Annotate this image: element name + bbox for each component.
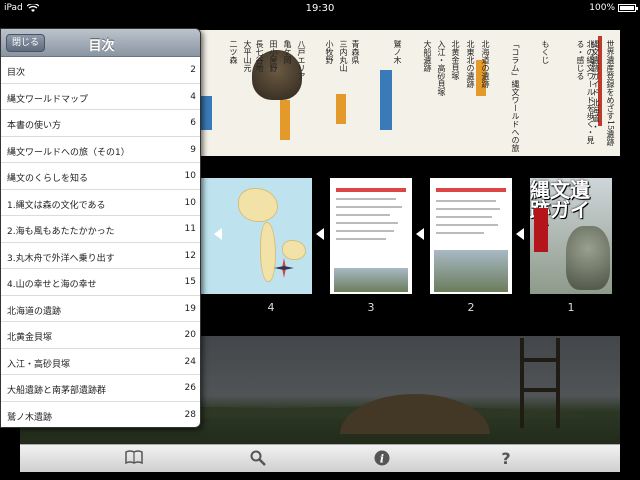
- toc-item-label: 1.縄文は森の文化である: [7, 200, 106, 211]
- page-number: 3: [367, 301, 375, 314]
- page-text-column: 田小屋野: [269, 40, 278, 72]
- page-thumbnail-1[interactable]: 縄文遺跡ガイド: [530, 178, 612, 294]
- toc-item[interactable]: 北黄金貝塚 20: [1, 322, 200, 349]
- toc-item-page: 6: [190, 118, 196, 128]
- toc-item-label: 北海道の遺跡: [7, 306, 62, 317]
- toc-item[interactable]: 縄文ワールドマップ 4: [1, 84, 200, 110]
- svg-text:?: ?: [501, 450, 510, 466]
- page-thumbnail-3[interactable]: [330, 178, 412, 294]
- page-number: 4: [267, 301, 275, 314]
- page-text-column: 北の縄文ワールドを歩く・見る・感じる: [576, 40, 595, 144]
- page-text-column: 二ツ森: [229, 40, 238, 64]
- section-band-aomori: [336, 94, 346, 124]
- toc-item-label: 大船遺跡と南茅部遺跡群: [7, 386, 107, 396]
- toc-item-label: 縄文ワールドへの旅（その1）: [7, 147, 130, 158]
- toc-item[interactable]: 縄文のくらしを知る 10: [1, 163, 200, 190]
- toc-item-page: 19: [184, 303, 196, 314]
- toc-item-page: 12: [184, 250, 196, 261]
- toc-item-page: 26: [184, 383, 196, 393]
- toc-item-page: 10: [184, 197, 196, 208]
- toc-item-page: 20: [184, 330, 196, 340]
- toc-item[interactable]: 3.丸木舟で外洋へ乗り出す 12: [1, 243, 200, 269]
- page-text-column: 北東北の遺跡: [466, 40, 475, 88]
- page-text-column: 長七谷地: [255, 40, 264, 72]
- toc-item-page: 24: [184, 356, 196, 367]
- page-number: 2: [467, 301, 475, 314]
- toc-item-page: 10: [184, 171, 196, 181]
- toc-item-label: 2.海も風もあたたかかった: [7, 227, 115, 237]
- page-number: 1: [567, 301, 575, 314]
- page-text-column: 大船遺跡: [423, 40, 432, 72]
- section-band-iwate: [200, 96, 212, 130]
- bottom-margin: [0, 472, 640, 480]
- cover-red-label: [534, 208, 548, 252]
- toc-item-label: 4.山の幸せと海の幸せ: [7, 280, 97, 290]
- dogu-figure-image: [566, 226, 610, 290]
- svg-text:i: i: [380, 453, 384, 466]
- page-text-column: 北海道の遺跡: [481, 40, 490, 88]
- page-arrow-icon: [516, 228, 524, 240]
- close-button[interactable]: 閉じる: [6, 34, 46, 52]
- page-text-column: 小牧野: [325, 40, 334, 64]
- status-bar: iPad 19:30 100%: [0, 0, 640, 20]
- page-text-column: 北黄金貝塚: [451, 40, 460, 80]
- compass-rose-icon: [274, 258, 294, 278]
- toc-item-label: 入江・高砂貝塚: [7, 359, 71, 370]
- toc-item[interactable]: 4.山の幸せと海の幸せ 15: [1, 269, 200, 296]
- help-icon[interactable]: ?: [496, 449, 516, 468]
- toc-item-page: 4: [190, 91, 196, 102]
- page-text-column: 亀ケ岡: [283, 40, 292, 64]
- toc-item[interactable]: 本書の使い方 6: [1, 110, 200, 137]
- battery-percent: 100%: [589, 3, 615, 13]
- toc-item-label: 鷲ノ木遺跡: [7, 412, 53, 423]
- toc-list: 目次 2 縄文ワールドマップ 4 本書の使い方 6 縄文ワールドへの旅（その1） 9 縄文のくら…: [1, 57, 200, 428]
- toc-item[interactable]: 北海道の遺跡 19: [1, 296, 200, 322]
- toc-item[interactable]: 縄文ワールドへの旅（その1） 9: [1, 137, 200, 163]
- toc-item[interactable]: 入江・高砂貝塚 24: [1, 349, 200, 375]
- page-thumbnail-4[interactable]: [230, 178, 312, 294]
- status-right: 100%: [589, 3, 638, 13]
- toc-item[interactable]: 大船遺跡と南茅部遺跡群 26: [1, 375, 200, 402]
- bookmarks-icon[interactable]: [124, 450, 144, 468]
- toc-item-label: 北黄金貝塚: [7, 333, 53, 343]
- page-text-column: もくじ: [541, 40, 550, 64]
- page-text-column: 「コラム」縄文ワールドへの旅: [511, 40, 520, 152]
- toc-item[interactable]: 2.海も風もあたたかかった 11: [1, 216, 200, 243]
- popover-header: 目次 閉じる: [1, 29, 200, 57]
- battery-icon: [618, 4, 638, 12]
- page-text-column: 入江・高砂貝塚: [437, 40, 446, 96]
- toc-item-label: 縄文のくらしを知る: [7, 174, 89, 184]
- toc-item[interactable]: 目次 2: [1, 57, 200, 84]
- toc-item-page: 11: [184, 224, 196, 234]
- toc-popover: 目次 閉じる 目次 2 縄文ワールドマップ 4 本書の使い方 6 縄文ワールドへの旅（その1…: [0, 28, 201, 428]
- page-text-column: 三内丸山: [339, 40, 348, 72]
- info-icon[interactable]: i: [372, 450, 392, 468]
- toc-item[interactable]: 1.縄文は森の文化である 10: [1, 190, 200, 216]
- toc-item-label: 縄文ワールドマップ: [7, 94, 89, 105]
- toc-item-page: 28: [184, 409, 196, 420]
- toc-item-label: 3.丸木舟で外洋へ乗り出す: [7, 253, 115, 264]
- bottom-toolbar: i ?: [20, 444, 620, 472]
- page-thumbnail-2[interactable]: [430, 178, 512, 294]
- page-text-column: 鷲ノ木: [393, 40, 402, 64]
- search-icon[interactable]: [248, 450, 268, 468]
- clock: 19:30: [305, 3, 335, 14]
- toc-item[interactable]: 鷲ノ木遺跡 28: [1, 402, 200, 428]
- page-text-column: 世界遺産登録をめざす15遺跡: [606, 40, 615, 147]
- section-band-hachinohe: [280, 100, 290, 140]
- toc-item-page: 2: [190, 65, 196, 75]
- page-text-column: 青森県: [351, 40, 360, 64]
- page-arrow-icon: [416, 228, 424, 240]
- page-text-column: 八戸エリア: [297, 40, 306, 80]
- toc-item-label: 目次: [7, 68, 26, 78]
- page-arrow-icon: [316, 228, 324, 240]
- toc-item-label: 本書の使い方: [7, 121, 62, 131]
- toc-item-page: 9: [190, 144, 196, 155]
- page-text-column: 大平山元: [243, 40, 252, 72]
- section-band-kitatohoku: [380, 70, 392, 130]
- toc-item-page: 15: [184, 277, 196, 287]
- page-arrow-icon: [214, 228, 222, 240]
